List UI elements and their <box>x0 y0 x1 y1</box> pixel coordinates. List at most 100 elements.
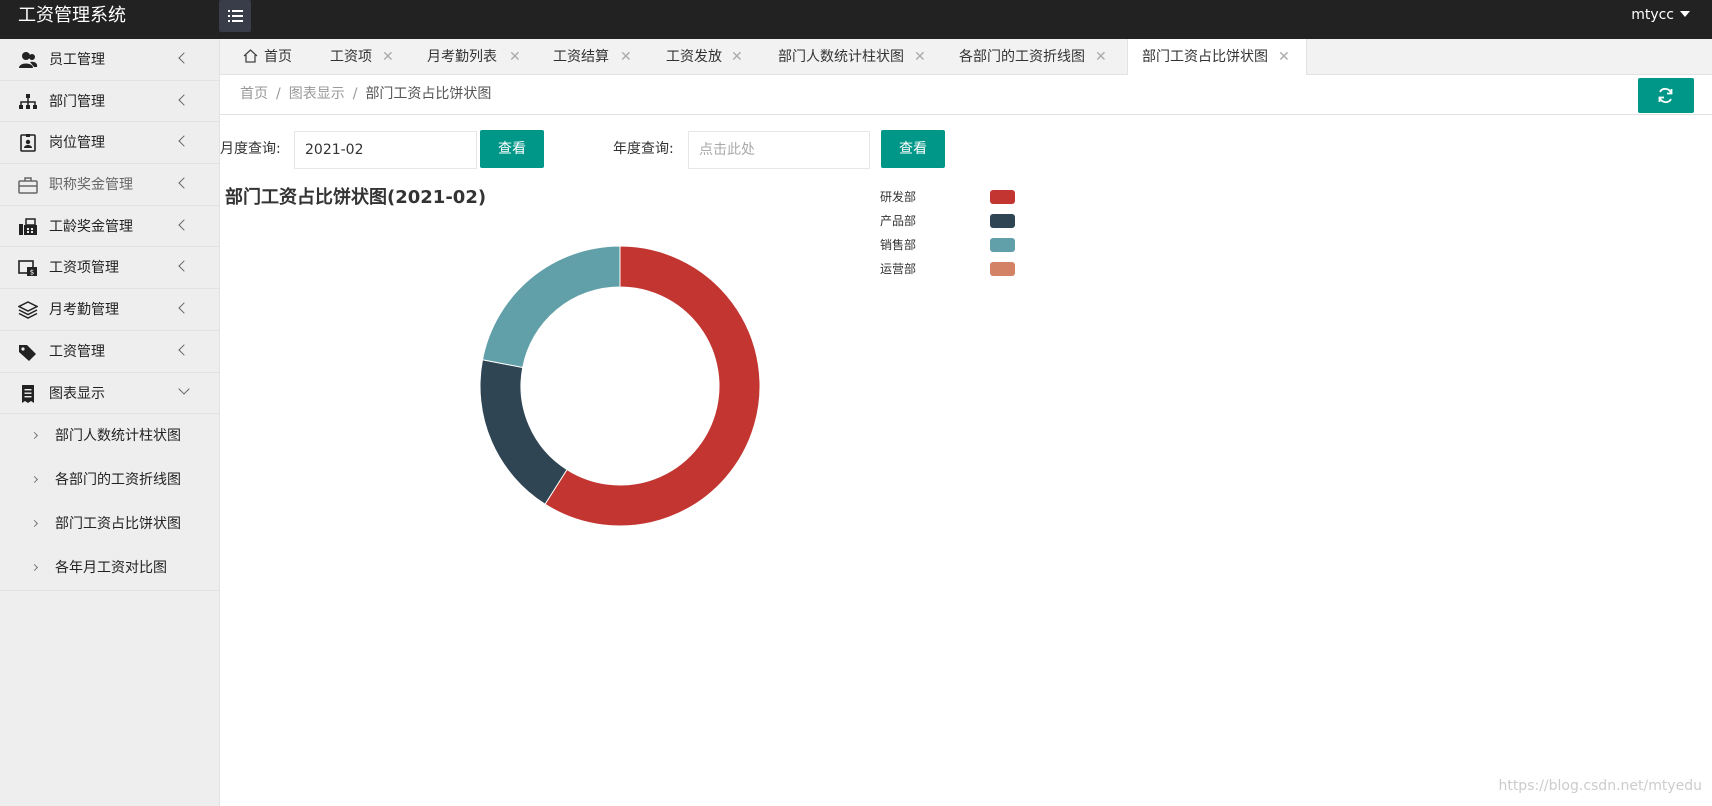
sidebar-item-charts[interactable]: 图表显示 <box>0 373 219 415</box>
sidebar-subitem-dept-headcount-bar[interactable]: 部门人数统计柱状图 <box>0 414 219 458</box>
sidebar-item-attendance[interactable]: 月考勤管理 <box>0 289 219 331</box>
legend-swatch <box>990 190 1015 204</box>
chevron-left-icon <box>178 52 190 64</box>
legend-label: 销售部 <box>879 238 916 252</box>
sidebar-item-label: 岗位管理 <box>49 135 105 152</box>
tab-label: 月考勤列表 <box>427 49 497 65</box>
breadcrumb-separator: / <box>276 86 281 102</box>
tab-dept-salary-pie[interactable]: 部门工资占比饼状图 ✕ <box>1127 39 1307 76</box>
chevron-left-icon <box>178 344 190 356</box>
tab-home[interactable]: 首页 <box>220 39 300 75</box>
breadcrumb-separator: / <box>352 86 358 102</box>
receipt-icon <box>22 384 34 403</box>
sidebar-item-department[interactable]: 部门管理 <box>0 81 219 123</box>
chevron-right-icon <box>30 432 39 440</box>
tab-label: 工资结算 <box>553 49 609 65</box>
briefcase-icon <box>18 177 38 194</box>
menu-toggle-button[interactable] <box>219 0 251 32</box>
sidebar-item-label: 工资管理 <box>49 343 105 360</box>
chevron-right-icon <box>30 564 39 572</box>
chevron-left-icon <box>178 219 190 231</box>
year-view-button[interactable]: 查看 <box>881 130 945 168</box>
sidebar-item-label: 工资项管理 <box>49 260 119 277</box>
month-view-button[interactable]: 查看 <box>480 130 544 168</box>
tab-salary-settlement[interactable]: 工资结算 ✕ <box>553 39 653 75</box>
chevron-left-icon <box>178 177 190 189</box>
sidebar-item-label: 部门管理 <box>49 93 105 110</box>
chevron-right-icon <box>30 520 39 528</box>
tab-attendance-list[interactable]: 月考勤列表 ✕ <box>427 39 537 75</box>
svg-text:$: $ <box>30 269 34 277</box>
user-menu[interactable]: mtycc <box>1631 6 1690 24</box>
fax-icon <box>19 218 37 235</box>
tab-label: 部门人数统计柱状图 <box>778 49 904 65</box>
tags-icon <box>19 344 36 361</box>
sidebar-item-title-bonus[interactable]: 职称奖金管理 <box>0 164 219 206</box>
chart-title: 部门工资占比饼状图(2021-02) <box>225 187 487 208</box>
tab-salary-payment[interactable]: 工资发放 ✕ <box>666 39 766 75</box>
sidebar-subitem-dept-salary-pie[interactable]: 部门工资占比饼状图 <box>0 502 219 546</box>
legend-label: 产品部 <box>879 214 916 228</box>
top-header: 工资管理系统 mtycc <box>0 0 1712 39</box>
chevron-right-icon <box>30 476 39 484</box>
app-title: 工资管理系统 <box>18 5 126 26</box>
tab-label: 各部门的工资折线图 <box>959 49 1085 65</box>
tab-dept-salary-line[interactable]: 各部门的工资折线图 ✕ <box>959 39 1119 75</box>
sidebar-item-label: 工龄奖金管理 <box>49 218 133 235</box>
id-badge-icon <box>20 134 36 153</box>
year-query-input[interactable] <box>688 131 870 169</box>
tab-label: 首页 <box>264 49 292 65</box>
sidebar-subitem-monthly-salary-compare[interactable]: 各年月工资对比图 <box>0 546 219 590</box>
legend-label: 运营部 <box>879 262 916 276</box>
tab-label: 工资发放 <box>666 49 722 65</box>
pie-slice[interactable] <box>479 359 568 505</box>
close-icon[interactable]: ✕ <box>1095 39 1107 75</box>
legend-swatch <box>990 262 1015 276</box>
close-icon[interactable]: ✕ <box>1278 39 1290 75</box>
refresh-button[interactable] <box>1638 78 1694 113</box>
chevron-down-icon <box>178 382 190 395</box>
tab-dept-headcount-bar[interactable]: 部门人数统计柱状图 ✕ <box>778 39 938 75</box>
sidebar-subitem-label: 各部门的工资折线图 <box>55 472 181 489</box>
tab-label: 部门工资占比饼状图 <box>1142 49 1268 65</box>
month-query-label: 月度查询: <box>220 141 281 157</box>
pie-slice[interactable] <box>481 245 621 369</box>
legend-swatch <box>990 238 1015 252</box>
close-icon[interactable]: ✕ <box>620 39 632 75</box>
sidebar-subitem-label: 部门工资占比饼状图 <box>55 516 181 533</box>
sitemap-icon <box>19 93 37 109</box>
sidebar-item-salary-items[interactable]: $ 工资项管理 <box>0 247 219 290</box>
home-icon <box>243 49 258 63</box>
users-icon <box>19 52 38 68</box>
sidebar-item-position[interactable]: 岗位管理 <box>0 122 219 165</box>
sidebar-item-salary[interactable]: 工资管理 <box>0 331 219 373</box>
sidebar-item-label: 图表显示 <box>49 385 105 402</box>
sidebar: 员工管理 部门管理 岗位管理 职称奖金管理 工龄奖金管理 $ 工资项管理 月考勤… <box>0 39 220 806</box>
layers-icon <box>18 301 38 319</box>
chevron-left-icon <box>178 135 190 148</box>
sidebar-subitem-label: 各年月工资对比图 <box>55 560 167 577</box>
money-list-icon: $ <box>18 260 37 277</box>
close-icon[interactable]: ✕ <box>509 39 521 75</box>
sidebar-item-employee[interactable]: 员工管理 <box>0 39 219 81</box>
close-icon[interactable]: ✕ <box>731 39 743 75</box>
menu-icon <box>228 10 243 22</box>
chevron-left-icon <box>178 260 190 273</box>
breadcrumb-current: 部门工资占比饼状图 <box>365 86 492 102</box>
watermark: https://blog.csdn.net/mtyedu <box>1498 778 1702 794</box>
breadcrumb-item[interactable]: 图表显示 <box>289 86 345 102</box>
breadcrumb-item[interactable]: 首页 <box>240 86 268 102</box>
chevron-left-icon <box>178 94 190 106</box>
chevron-left-icon <box>178 302 190 314</box>
sidebar-item-seniority-bonus[interactable]: 工龄奖金管理 <box>0 206 219 248</box>
close-icon[interactable]: ✕ <box>914 39 926 75</box>
month-query-input[interactable] <box>294 131 477 169</box>
username: mtycc <box>1631 7 1674 23</box>
sidebar-item-label: 月考勤管理 <box>49 302 119 319</box>
legend-swatch <box>990 214 1015 228</box>
close-icon[interactable]: ✕ <box>382 39 394 75</box>
sidebar-subitem-dept-salary-line[interactable]: 各部门的工资折线图 <box>0 458 219 502</box>
tab-salary-items[interactable]: 工资项 ✕ <box>330 39 420 75</box>
caret-down-icon <box>1680 10 1690 17</box>
breadcrumb-bar: 首页 / 图表显示 / 部门工资占比饼状图 <box>220 75 1712 115</box>
